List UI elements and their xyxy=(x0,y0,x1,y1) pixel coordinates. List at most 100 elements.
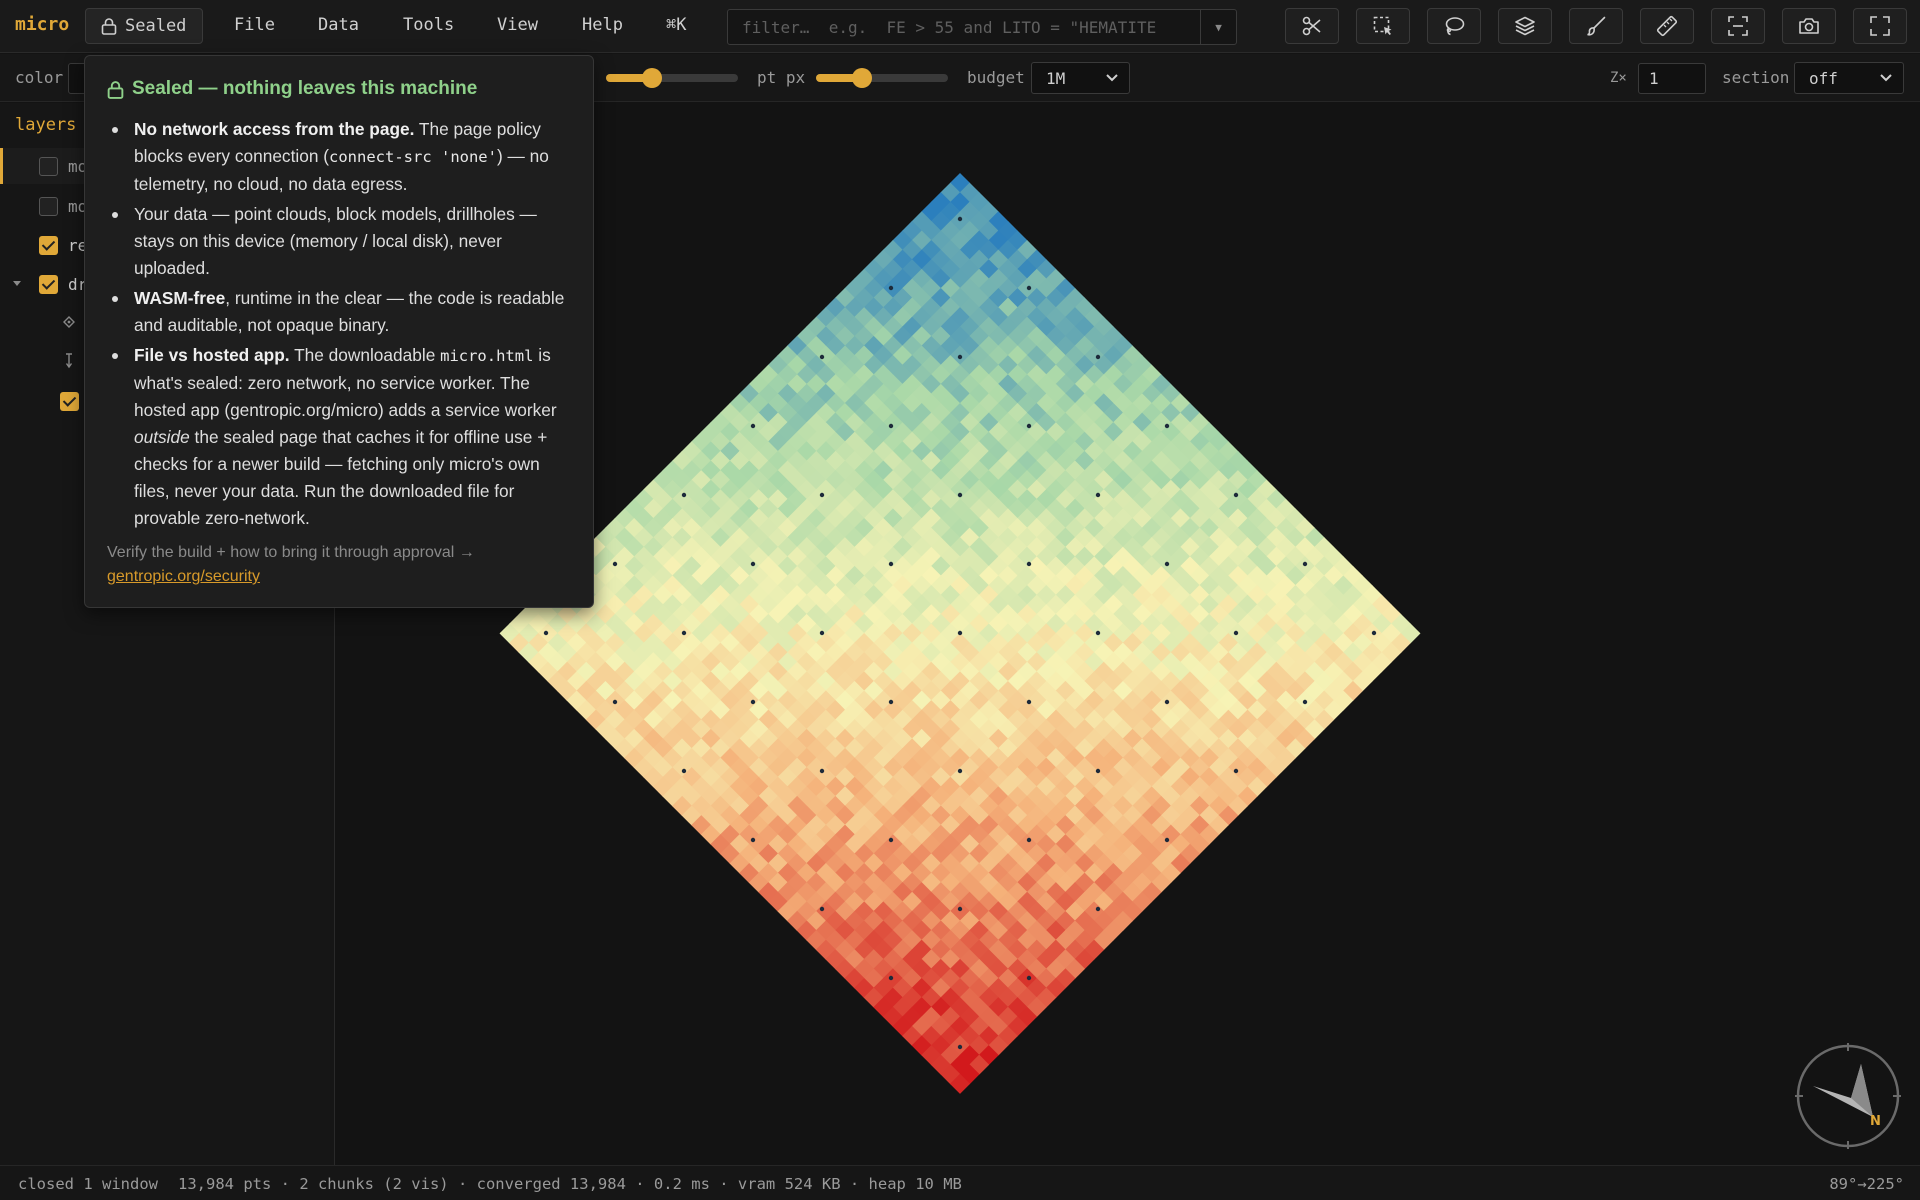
drillhole-collar xyxy=(888,285,894,291)
screenshot-tool-button[interactable] xyxy=(1782,8,1836,44)
lasso-tool-button[interactable] xyxy=(1427,8,1481,44)
caret-down-icon[interactable] xyxy=(12,280,22,288)
sealed-button[interactable]: Sealed xyxy=(85,8,203,44)
fullscreen-tool-button[interactable] xyxy=(1853,8,1907,44)
cut-tool-button[interactable] xyxy=(1285,8,1339,44)
size-slider[interactable] xyxy=(606,68,738,88)
drillhole-collar xyxy=(1026,561,1032,567)
budget-select[interactable]: 1M xyxy=(1031,62,1130,94)
item-heading: No network access from the page. xyxy=(134,119,415,139)
box-select-icon xyxy=(1373,16,1392,35)
fit-view-icon xyxy=(1728,16,1748,36)
compass-north-label: N xyxy=(1870,1114,1881,1129)
drillhole-collar xyxy=(888,975,894,981)
drillhole-collar xyxy=(888,699,894,705)
point-size-label: pt px xyxy=(757,68,806,87)
menu-data[interactable]: Data xyxy=(318,15,359,35)
filter-dropdown-button[interactable]: ▼ xyxy=(1200,10,1236,44)
drillhole-collar xyxy=(750,423,756,429)
render-stats: 13,984 pts · 2 chunks (2 vis) · converge… xyxy=(178,1175,962,1193)
drillhole-collar xyxy=(1026,285,1032,291)
popover-title: Sealed — nothing leaves this machine xyxy=(107,78,477,100)
drillhole-collar xyxy=(888,423,894,429)
section-select[interactable]: off xyxy=(1794,62,1904,94)
drillhole-collar xyxy=(1164,561,1170,567)
layers-tool-button[interactable] xyxy=(1498,8,1552,44)
drillhole-collar xyxy=(1026,975,1032,981)
layer-visibility-checkbox[interactable] xyxy=(39,236,58,255)
popover-footer: Verify the build + how to bring it throu… xyxy=(107,541,475,589)
compass-gizmo[interactable]: N xyxy=(1793,1041,1903,1151)
menu-view[interactable]: View xyxy=(497,15,538,35)
point-size-slider[interactable] xyxy=(816,68,948,88)
layer-visibility-checkbox[interactable] xyxy=(39,157,58,176)
drillhole-collar xyxy=(1095,354,1101,360)
popover-item: File vs hosted app. The downloadable mic… xyxy=(107,342,577,532)
ruler-icon xyxy=(1656,15,1678,37)
paint-tool-button[interactable] xyxy=(1569,8,1623,44)
status-bar: closed 1 window 13,984 pts · 2 chunks (2… xyxy=(0,1165,1920,1200)
z-scale-input[interactable] xyxy=(1638,63,1706,94)
drillhole-collar xyxy=(681,492,687,498)
box-select-tool-button[interactable] xyxy=(1356,8,1410,44)
color-label: color xyxy=(15,68,64,87)
drillhole-collar xyxy=(1095,906,1101,912)
chevron-down-icon xyxy=(1880,74,1892,82)
lock-icon xyxy=(107,80,124,99)
item-heading: WASM-free xyxy=(134,288,226,308)
drillhole-collar xyxy=(1164,699,1170,705)
drillhole-collar xyxy=(957,1044,963,1050)
drillhole-collar xyxy=(819,492,825,498)
menu-file[interactable]: File xyxy=(234,15,275,35)
budget-value: 1M xyxy=(1046,69,1066,88)
brush-icon xyxy=(1587,16,1606,36)
drillhole-collar xyxy=(612,699,618,705)
sealed-info-popover: Sealed — nothing leaves this machine No … xyxy=(84,55,594,608)
security-link[interactable]: gentropic.org/security xyxy=(107,568,260,585)
drillhole-collar xyxy=(1026,423,1032,429)
drillhole-collar xyxy=(1026,699,1032,705)
popover-item: Your data — point clouds, block models, … xyxy=(107,201,577,282)
drillhole-collar xyxy=(1095,492,1101,498)
point-size-slider-knob[interactable] xyxy=(852,68,872,88)
budget-label: budget xyxy=(967,68,1025,87)
command-palette-button[interactable]: ⌘K xyxy=(666,15,686,35)
scissors-icon xyxy=(1302,16,1321,36)
section-label: section xyxy=(1722,68,1790,87)
menu-bar: micro Sealed File Data Tools View Help ⌘… xyxy=(0,0,1920,53)
popover-item: WASM-free, runtime in the clear — the co… xyxy=(107,285,577,339)
section-value: off xyxy=(1809,69,1838,88)
fit-view-tool-button[interactable] xyxy=(1711,8,1765,44)
drillhole-collar xyxy=(819,906,825,912)
popover-title-text: Sealed — nothing leaves this machine xyxy=(132,78,478,99)
drillhole-collar xyxy=(819,768,825,774)
layer-visibility-checkbox[interactable] xyxy=(39,197,58,216)
drillhole-collar xyxy=(681,630,687,636)
menu-help[interactable]: Help xyxy=(582,15,623,35)
drillhole-collar xyxy=(1302,699,1308,705)
layer-visibility-checkbox[interactable] xyxy=(60,392,79,411)
menu-tools[interactable]: Tools xyxy=(403,15,454,35)
item-code: connect-src 'none' xyxy=(329,148,497,166)
camera-icon xyxy=(1799,18,1819,34)
size-slider-knob[interactable] xyxy=(642,68,662,88)
drillhole-collar xyxy=(1371,630,1377,636)
chevron-down-icon xyxy=(1106,74,1118,82)
drillhole-collar xyxy=(1164,837,1170,843)
drillhole-collar xyxy=(681,768,687,774)
item-text: the sealed page that caches it for offli… xyxy=(134,427,548,528)
drillhole-collar xyxy=(957,630,963,636)
lasso-icon xyxy=(1445,17,1465,36)
camera-angle-readout: 89°→225° xyxy=(1829,1175,1904,1193)
measure-tool-button[interactable] xyxy=(1640,8,1694,44)
layer-visibility-checkbox[interactable] xyxy=(39,275,58,294)
drillhole-icon xyxy=(65,353,73,369)
drillhole-collar xyxy=(957,216,963,222)
layers-icon xyxy=(1515,16,1535,36)
drillhole-collar xyxy=(957,354,963,360)
drillhole-collar xyxy=(957,768,963,774)
filter-box: ▼ xyxy=(727,9,1237,45)
filter-input[interactable] xyxy=(728,10,1198,44)
drillhole-collar xyxy=(957,492,963,498)
item-text: Your data — point clouds, block models, … xyxy=(134,204,537,278)
